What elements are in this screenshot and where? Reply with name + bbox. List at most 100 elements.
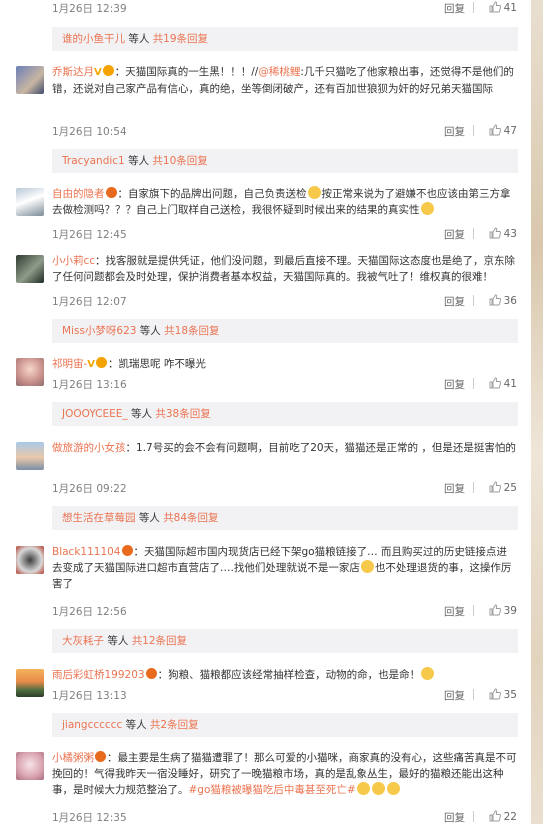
like-count: 41: [503, 378, 517, 390]
reply-summary[interactable]: JOOOYCEEE_ 等人 共38条回复: [52, 402, 518, 426]
separator-colon: ：: [95, 255, 106, 267]
user-name-link[interactable]: Black111104: [52, 546, 121, 558]
avatar[interactable]: [16, 752, 44, 780]
separator-colon: ：: [114, 66, 126, 78]
reply-user-link[interactable]: Tracyandic1: [62, 155, 125, 167]
user-name-link[interactable]: 小橘粥粥: [52, 752, 94, 764]
vip-badge-icon: [95, 751, 106, 762]
reply-count-link[interactable]: 共19条回复: [153, 33, 208, 45]
emoji-icon: [421, 667, 435, 680]
avatar[interactable]: [16, 66, 44, 94]
reply-button[interactable]: 回复: [444, 294, 465, 309]
like-count: 25: [503, 482, 517, 494]
comment-meta: 1月26日 09:22 回复 25: [52, 481, 517, 495]
like-button[interactable]: 36: [489, 294, 517, 307]
like-button[interactable]: 22: [489, 810, 517, 823]
user-name-link[interactable]: 做旅游的小女孩: [52, 442, 126, 454]
reply-summary[interactable]: jiangcccccc 等人 共2条回复: [52, 713, 518, 737]
like-count: 39: [503, 605, 517, 617]
like-button[interactable]: 41: [489, 1, 517, 14]
avatar[interactable]: [16, 546, 44, 574]
comment-text: 乔斯达月V ：天猫国际真的一生黑！！！//@稀桃鲤:几千只猫吃了他家粮出事，还觉得…: [52, 64, 517, 97]
user-name-link[interactable]: 乔斯达月: [52, 66, 94, 78]
like-button[interactable]: 35: [489, 688, 517, 701]
comment-meta: 1月26日 12:56 回复 39: [52, 604, 517, 618]
thumbs-up-icon: [489, 1, 501, 13]
like-button[interactable]: 25: [489, 481, 517, 494]
divider: [473, 689, 474, 700]
vip-badge-icon: [121, 545, 133, 556]
reply-user-link[interactable]: JOOOYCEEE_: [62, 408, 128, 420]
comment-text: 做旅游的小女孩：1.7号买的会不会有问题啊，目前吃了20天，猫猫还是正常的 ，但…: [52, 440, 517, 456]
reply-user-link[interactable]: 大灰耗子: [62, 635, 104, 647]
like-button[interactable]: 47: [489, 124, 517, 137]
separator-colon: ：: [125, 442, 137, 454]
comment-text: 自由的隐者 ：自家旗下的品牌出问题，自己负责送检 按正常来说为了避嫌不也应该由第三方…: [52, 186, 517, 218]
reply-summary[interactable]: 谁的小鱼干儿 等人 共19条回复: [52, 27, 518, 51]
reply-button[interactable]: 回复: [444, 377, 465, 392]
reply-user-link[interactable]: jiangcccccc: [62, 719, 122, 731]
reply-summary[interactable]: 大灰耗子 等人 共12条回复: [52, 629, 518, 653]
emoji-icon: [360, 560, 374, 573]
comment-text: 雨后彩虹桥199203 ：狗粮、猫粮都应该经常抽样检查，动物的命，也是命！: [52, 667, 517, 683]
user-name-link[interactable]: 自由的隐者: [52, 188, 105, 200]
reply-button[interactable]: 回复: [444, 810, 465, 824]
comment-time: 1月26日 12:07: [52, 296, 127, 308]
comment-time: 1月26日 12:39: [52, 3, 127, 15]
like-button[interactable]: 41: [489, 377, 517, 390]
vip-badge-icon: [96, 357, 108, 368]
reply-summary-text: 等人: [125, 33, 153, 45]
avatar[interactable]: [16, 255, 44, 283]
like-button[interactable]: 43: [489, 227, 517, 240]
reply-user-link[interactable]: 想生活在草莓园: [62, 512, 136, 524]
reply-summary[interactable]: Miss小梦呀623 等人 共18条回复: [52, 319, 518, 343]
emoji-icon: [386, 782, 400, 795]
user-name-link[interactable]: 祁明宙-: [52, 358, 87, 370]
divider: [473, 295, 474, 306]
avatar[interactable]: [16, 188, 44, 216]
comment-text: 小小莉cc：找客服就是提供凭证，他们没问题，到最后直接不理。天猫国际这态度也是绝…: [52, 253, 517, 285]
divider: [473, 605, 474, 616]
comment-time: 1月26日 10:54: [52, 126, 127, 138]
comment-meta: 1月26日 13:13 回复 35: [52, 688, 517, 702]
reply-count-link[interactable]: 共12条回复: [132, 635, 187, 647]
reply-button[interactable]: 回复: [444, 481, 465, 496]
comment-body: 狗粮、猫粮都应该经常抽样检查，动物的命，也是命！: [168, 669, 421, 681]
like-button[interactable]: 39: [489, 604, 517, 617]
reply-count-link[interactable]: 共18条回复: [164, 325, 219, 337]
comment-time: 1月26日 12:45: [52, 229, 127, 241]
comment-list: 1月26日 12:39 回复 41 谁的小鱼干儿 等人 共19条回复 乔斯达月V…: [0, 0, 531, 824]
reply-button[interactable]: 回复: [444, 124, 465, 139]
like-count: 35: [503, 689, 517, 701]
comment-text: 祁明宙-V ：凯瑞思呢 咋不曝光: [52, 356, 517, 373]
thumbs-up-icon: [489, 688, 501, 700]
comment-time: 1月26日 12:35: [52, 812, 127, 824]
reply-summary[interactable]: Tracyandic1 等人 共10条回复: [52, 149, 518, 173]
reply-button[interactable]: 回复: [444, 1, 465, 16]
reply-user-link[interactable]: Miss小梦呀623: [62, 325, 136, 337]
reply-summary-text: 等人: [122, 719, 150, 731]
avatar[interactable]: [16, 669, 44, 697]
mention-link[interactable]: @稀桃鲤: [258, 66, 300, 78]
reply-user-link[interactable]: 谁的小鱼干儿: [62, 33, 125, 45]
avatar[interactable]: [16, 358, 44, 386]
reply-button[interactable]: 回复: [444, 688, 465, 703]
thumbs-up-icon: [489, 227, 501, 239]
comment-meta: 1月26日 10:54 回复 47: [52, 124, 517, 138]
user-name-link[interactable]: 小小莉cc: [52, 255, 95, 267]
reply-summary-text: 等人: [135, 512, 164, 524]
reply-button[interactable]: 回复: [444, 227, 465, 242]
reply-summary-text: 等人: [104, 635, 132, 647]
reply-count-link[interactable]: 共2条回复: [150, 719, 199, 731]
reply-count-link[interactable]: 共38条回复: [155, 408, 210, 420]
hashtag-link[interactable]: #go猫粮被曝猫吃后中毒甚至死亡#: [189, 784, 356, 796]
reply-summary[interactable]: 想生活在草莓园 等人 共84条回复: [52, 506, 518, 530]
thumbs-up-icon: [489, 124, 501, 136]
user-name-link[interactable]: 雨后彩虹桥199203: [52, 669, 145, 681]
reply-button[interactable]: 回复: [444, 604, 465, 619]
reply-count-link[interactable]: 共10条回复: [152, 155, 207, 167]
verified-v-icon: V: [94, 67, 102, 78]
avatar[interactable]: [16, 442, 44, 470]
reply-count-link[interactable]: 共84条回复: [163, 512, 218, 524]
comment-body: 1.7号买的会不会有问题啊，目前吃了20天，猫猫还是正常的 ，但是还是挺害怕的: [136, 442, 516, 454]
